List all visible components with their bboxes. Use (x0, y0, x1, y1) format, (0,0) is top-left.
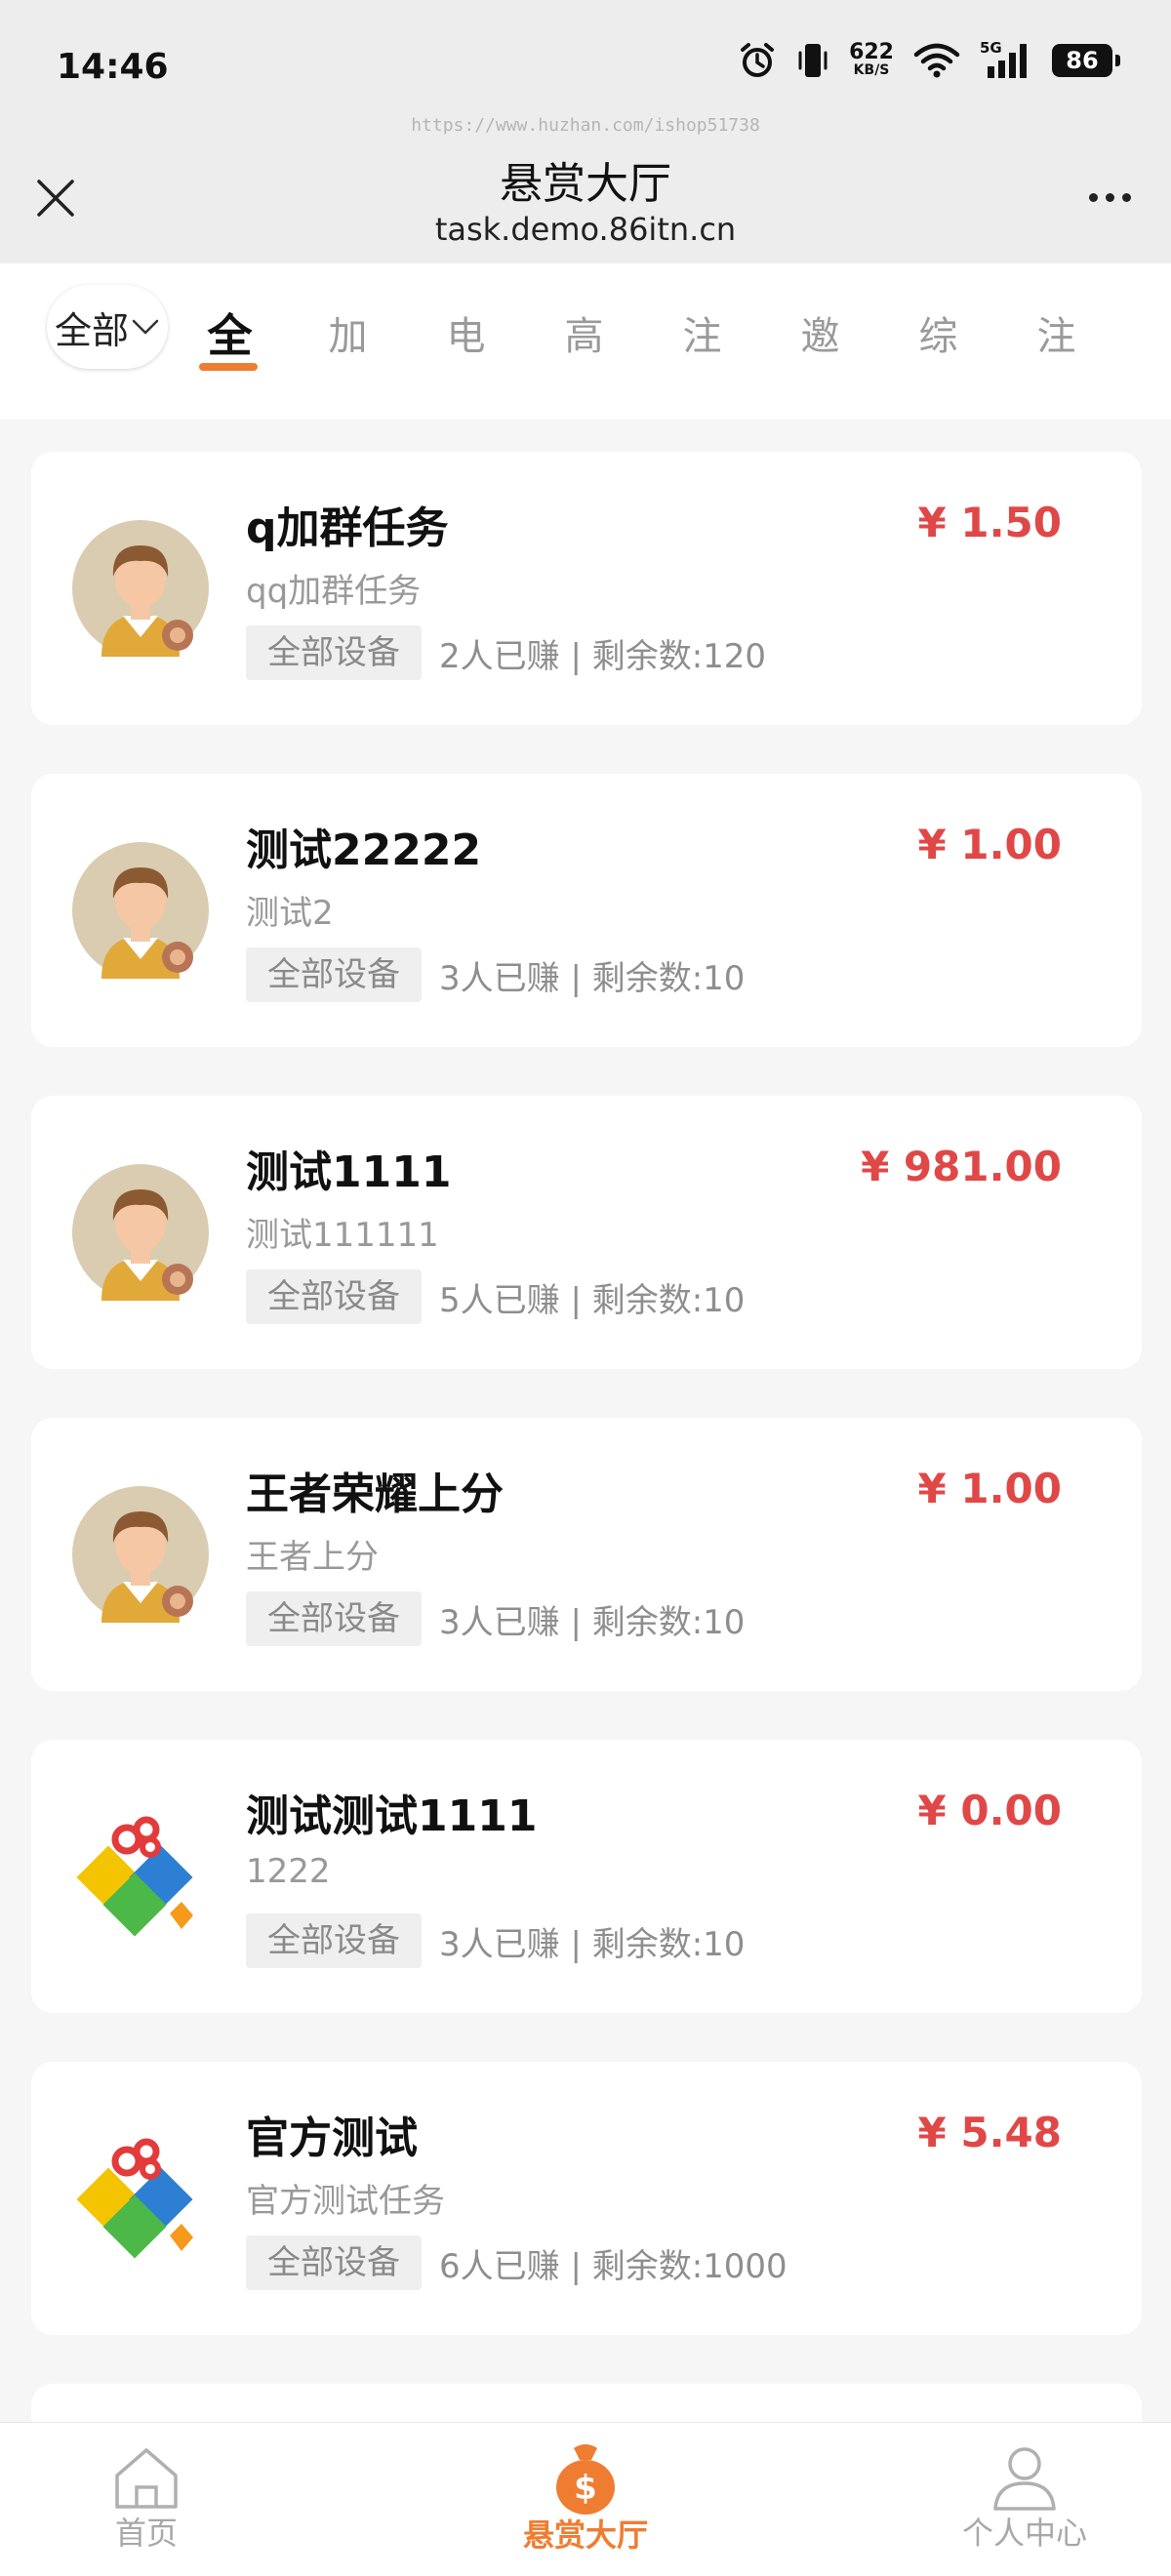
more-dot (1105, 192, 1114, 202)
task-card[interactable]: 测试1111 测试111111 全部设备 5人已赚 | 剩余数:10 ¥ 981… (31, 1096, 1142, 1369)
svg-text:$: $ (574, 2469, 597, 2508)
task-title: q加群任务 (246, 503, 449, 553)
filter-bar: 全部 全 加 电 高 注 邀 综 注 (0, 263, 1171, 420)
task-stats: 2人已赚 | 剩余数:120 (439, 636, 767, 676)
active-tab-indicator (199, 363, 258, 371)
colorful-logo-icon (72, 1808, 209, 1945)
task-title: 测试测试1111 (246, 1791, 538, 1841)
task-meta: 全部设备 6人已赚 | 剩余数:1000 (246, 2235, 787, 2290)
watermark: https://www.huzhan.com/ishop51738 (411, 115, 760, 136)
more-dot (1121, 192, 1131, 202)
task-card[interactable]: 测试测试1111 1222 全部设备 3人已赚 | 剩余数:10 ¥ 0.00 (31, 1740, 1142, 2013)
task-price: ¥ 1.00 (917, 821, 1062, 868)
chevron-down-icon (132, 319, 159, 335)
task-subtitle: 王者上分 (246, 1538, 379, 1577)
task-title: 测试22222 (246, 825, 482, 875)
task-price: ¥ 0.00 (917, 1787, 1062, 1834)
alarm-icon (741, 43, 775, 77)
task-subtitle: 测试111111 (246, 1216, 439, 1255)
wifi-icon (913, 43, 960, 78)
tab-item[interactable]: 综 (879, 283, 997, 381)
page-url: task.demo.86itn.cn (434, 211, 737, 248)
tab-item[interactable]: 邀 (761, 283, 879, 381)
task-meta: 全部设备 3人已赚 | 剩余数:10 (246, 947, 745, 1002)
tab-home-label: 首页 (114, 2515, 178, 2552)
task-price: ¥ 5.48 (917, 2109, 1062, 2156)
tab-reward-hall-label: 悬赏大厅 (522, 2516, 648, 2554)
person-avatar-icon (72, 1164, 209, 1301)
task-title: 官方测试 (246, 2113, 418, 2163)
money-bag-icon: $ (556, 2444, 615, 2515)
category-select[interactable]: 全部 (47, 285, 168, 369)
tab-home[interactable]: 首页 (49, 2440, 244, 2567)
task-card[interactable]: 官方测试 官方测试任务 全部设备 6人已赚 | 剩余数:1000 ¥ 5.48 (31, 2062, 1142, 2335)
person-avatar-icon (72, 842, 209, 979)
signal-bars-icon (988, 44, 1027, 78)
task-card[interactable]: 测试22222 测试2 全部设备 3人已赚 | 剩余数:10 ¥ 1.00 (31, 774, 1142, 1047)
task-meta: 全部设备 3人已赚 | 剩余数:10 (246, 1591, 745, 1646)
page-title: 悬赏大厅 (500, 159, 671, 209)
task-subtitle: qq加群任务 (246, 572, 422, 611)
tab-item[interactable]: 注 (997, 283, 1115, 381)
battery-indicator: 86 (1052, 44, 1120, 77)
tab-item[interactable]: 高 (525, 283, 643, 381)
task-stats: 3人已赚 | 剩余数:10 (439, 1924, 746, 1964)
tab-reward-hall[interactable]: $ 悬赏大厅 (488, 2440, 683, 2567)
device-tag: 全部设备 (246, 947, 422, 1002)
person-avatar-icon (72, 520, 209, 657)
tab-item[interactable]: 注 (643, 283, 761, 381)
task-subtitle: 1222 (246, 1852, 331, 1891)
person-avatar-icon (72, 1486, 209, 1623)
user-icon (993, 2447, 1056, 2511)
tab-all[interactable]: 全 (171, 283, 289, 381)
task-stats: 3人已赚 | 剩余数:10 (439, 958, 746, 998)
tab-item[interactable]: 电 (407, 283, 525, 381)
task-meta: 全部设备 5人已赚 | 剩余数:10 (246, 1269, 745, 1324)
category-tabs: 全 加 电 高 注 邀 综 注 (171, 283, 1171, 381)
task-price: ¥ 981.00 (861, 1143, 1062, 1190)
bottom-tab-bar: 首页 $ 悬赏大厅 个人中心 (0, 2422, 1171, 2576)
category-select-label: 全部 (54, 308, 129, 352)
task-meta: 全部设备 2人已赚 | 剩余数:120 (246, 625, 766, 680)
task-stats: 6人已赚 | 剩余数:1000 (439, 2246, 787, 2286)
device-tag: 全部设备 (246, 1913, 422, 1968)
cellular-signal: 5G (980, 39, 1032, 80)
status-icons: 622 KB/S 5G 86 (738, 39, 1120, 80)
task-title: 王者荣耀上分 (246, 1469, 504, 1519)
nav-bar: https://www.huzhan.com/ishop51738 悬赏大厅 t… (0, 107, 1171, 263)
task-card[interactable]: 王者荣耀上分 王者上分 全部设备 3人已赚 | 剩余数:10 ¥ 1.00 (31, 1418, 1142, 1691)
task-subtitle: 测试2 (246, 894, 334, 933)
more-button[interactable] (1075, 178, 1144, 217)
device-tag: 全部设备 (246, 2235, 422, 2290)
task-meta: 全部设备 3人已赚 | 剩余数:10 (246, 1913, 745, 1968)
task-price: ¥ 1.00 (917, 1465, 1062, 1512)
task-title: 测试1111 (246, 1147, 452, 1197)
task-subtitle: 官方测试任务 (246, 2182, 445, 2221)
tab-profile[interactable]: 个人中心 (927, 2440, 1122, 2567)
device-tag: 全部设备 (246, 1269, 422, 1324)
device-tag: 全部设备 (246, 625, 422, 680)
task-price: ¥ 1.50 (917, 499, 1062, 546)
task-list: q加群任务 qq加群任务 全部设备 2人已赚 | 剩余数:120 ¥ 1.50 … (31, 452, 1142, 2462)
tab-item[interactable]: 加 (289, 283, 407, 381)
status-time: 14:46 (57, 47, 169, 87)
colorful-logo-icon (72, 2130, 209, 2267)
more-dot (1088, 192, 1098, 202)
net-speed: 622 KB/S (849, 40, 894, 79)
task-stats: 5人已赚 | 剩余数:10 (439, 1280, 746, 1320)
device-tag: 全部设备 (246, 1591, 422, 1646)
task-stats: 3人已赚 | 剩余数:10 (439, 1602, 746, 1642)
task-card[interactable]: q加群任务 qq加群任务 全部设备 2人已赚 | 剩余数:120 ¥ 1.50 (31, 452, 1142, 725)
tab-profile-label: 个人中心 (961, 2515, 1087, 2552)
home-icon (115, 2448, 178, 2509)
vibrate-icon (798, 44, 828, 77)
